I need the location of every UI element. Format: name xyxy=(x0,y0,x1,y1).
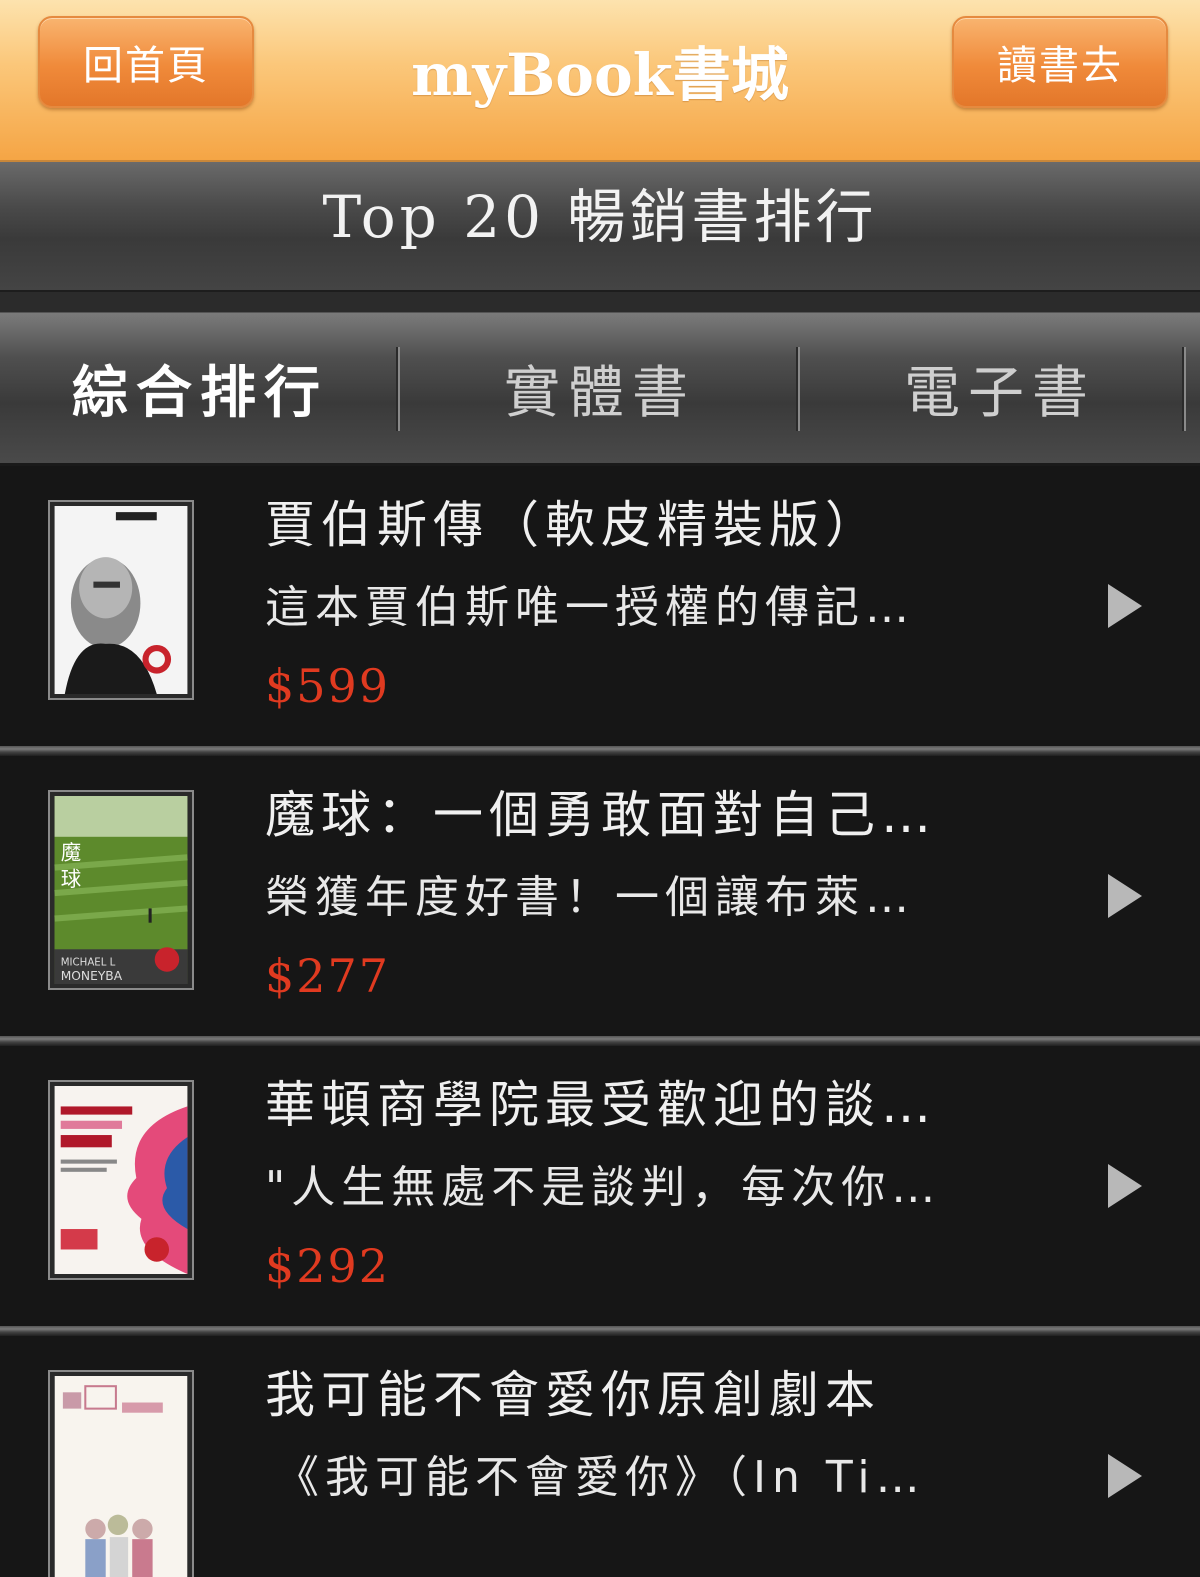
book-title: 賈伯斯傳（軟皮精裝版） xyxy=(265,496,881,554)
row-divider xyxy=(0,1326,1200,1336)
chevron-right-icon[interactable] xyxy=(1108,1164,1142,1208)
home-button[interactable]: 回首頁 xyxy=(38,16,254,108)
chevron-right-icon[interactable] xyxy=(1108,1454,1142,1498)
book-price: $277 xyxy=(265,949,391,1003)
row-divider xyxy=(0,746,1200,756)
book-title: 魔球：一個勇敢面對自己… xyxy=(265,786,937,844)
book-description: 榮獲年度好書！一個讓布萊… xyxy=(265,872,915,923)
separator-bar xyxy=(0,292,1200,313)
svg-text:球: 球 xyxy=(61,867,81,891)
app-header: 回首頁 myBook書城 讀書去 xyxy=(0,0,1200,162)
book-description: "人生無處不是談判，每次你… xyxy=(265,1162,942,1213)
svg-text:MICHAEL L: MICHAEL L xyxy=(61,958,116,969)
chevron-right-icon[interactable] xyxy=(1108,874,1142,918)
ranking-tabs: 綜合排行 實體書 電子書 xyxy=(0,313,1200,466)
moneyball-cover-icon: 魔 球 MICHAEL L MONEYBA xyxy=(54,796,188,984)
read-books-button[interactable]: 讀書去 xyxy=(952,16,1168,108)
book-row[interactable]: 華頓商學院最受歡迎的談… "人生無處不是談判，每次你… $292 xyxy=(0,1046,1200,1336)
book-cover[interactable] xyxy=(48,1080,194,1280)
book-row[interactable]: 賈伯斯傳（軟皮精裝版） 這本賈伯斯唯一授權的傳記… $599 xyxy=(0,466,1200,756)
book-price: $292 xyxy=(265,1239,391,1293)
row-divider xyxy=(0,1036,1200,1046)
page-title-bar: Top 20 暢銷書排行 xyxy=(0,162,1200,292)
negotiation-cover-icon xyxy=(54,1086,188,1274)
book-description: 《我可能不會愛你》（In Ti… xyxy=(275,1452,926,1503)
page-title: Top 20 暢銷書排行 xyxy=(322,183,878,251)
book-title: 我可能不會愛你原創劇本 xyxy=(265,1366,881,1424)
steve-jobs-cover-icon xyxy=(54,506,188,694)
book-row[interactable]: 我可能不會愛你原創劇本 《我可能不會愛你》（In Ti… xyxy=(0,1336,1200,1577)
svg-text:MONEYBA: MONEYBA xyxy=(61,969,123,983)
drama-script-cover-icon xyxy=(54,1376,188,1577)
tab-ebooks[interactable]: 電子書 xyxy=(800,313,1200,463)
book-price: $599 xyxy=(265,659,391,713)
book-cover[interactable]: 魔 球 MICHAEL L MONEYBA xyxy=(48,790,194,990)
book-list: 賈伯斯傳（軟皮精裝版） 這本賈伯斯唯一授權的傳記… $599 魔 球 MICHA… xyxy=(0,466,1200,1577)
tab-overall-ranking[interactable]: 綜合排行 xyxy=(0,313,400,463)
chevron-right-icon[interactable] xyxy=(1108,584,1142,628)
book-cover[interactable] xyxy=(48,500,194,700)
app-title: myBook書城 xyxy=(411,41,789,109)
book-row[interactable]: 魔 球 MICHAEL L MONEYBA 魔球：一個勇敢面對自己… 榮獲年度好… xyxy=(0,756,1200,1046)
svg-text:魔: 魔 xyxy=(61,840,81,864)
tab-physical-books[interactable]: 實體書 xyxy=(400,313,800,463)
book-cover[interactable] xyxy=(48,1370,194,1577)
book-description: 這本賈伯斯唯一授權的傳記… xyxy=(265,582,915,633)
book-title: 華頓商學院最受歡迎的談… xyxy=(265,1076,937,1134)
